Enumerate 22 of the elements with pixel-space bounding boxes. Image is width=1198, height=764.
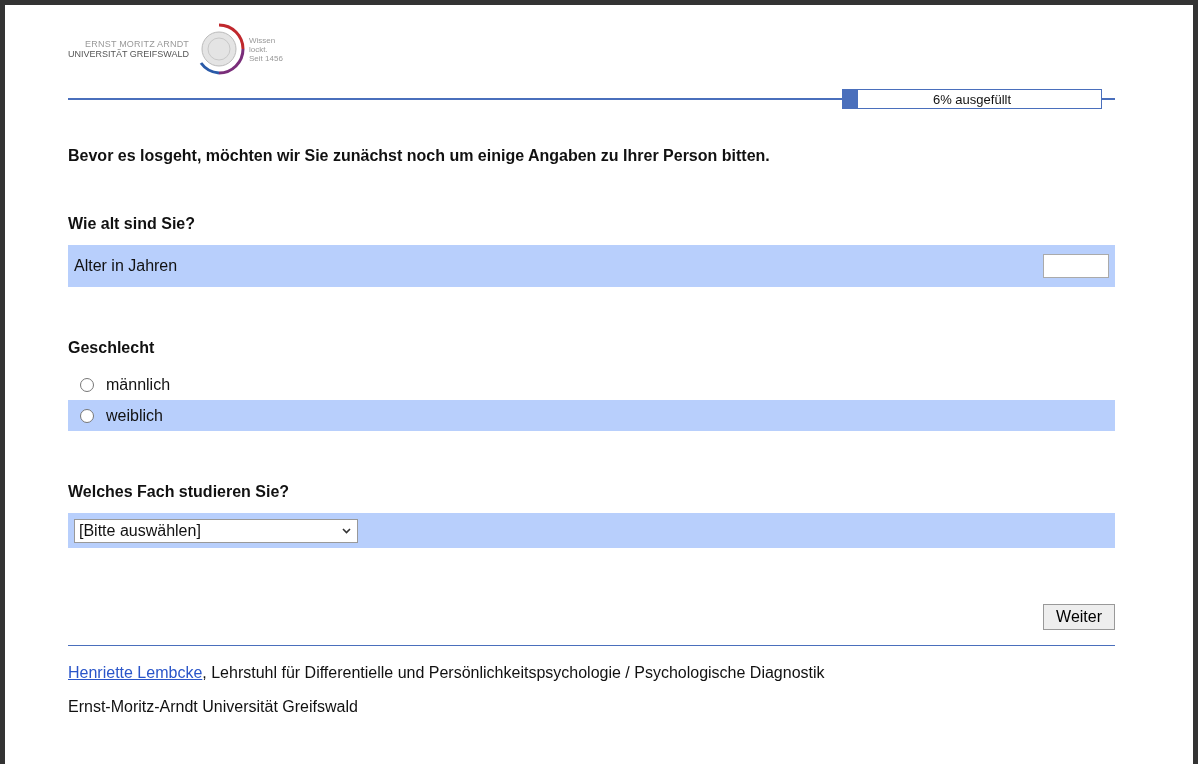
- intro-text: Bevor es losgeht, möchten wir Sie zunächst noch um einige Angaben zu Ihrer Person bitten.: [68, 147, 771, 165]
- question-title: Welches Fach studieren Sie?: [68, 483, 291, 501]
- chevron-icon: [342, 527, 351, 534]
- motto-text: Wissen: [249, 35, 277, 45]
- question-title: Wie alt sind Sie?: [68, 215, 196, 233]
- motto-text: Seit 1456: [249, 53, 283, 63]
- field-label: Alter in Jahren: [74, 257, 178, 275]
- dropdown[interactable]: [Bitte auswählen]: [74, 518, 358, 543]
- footer-text: Ernst-Moritz-Arndt Universität Greifswald: [68, 698, 359, 716]
- radio-button[interactable]: [80, 408, 94, 423]
- motto-text: lockt.: [249, 44, 269, 54]
- progress-bar: 6% ausgefüllt: [842, 89, 1102, 109]
- option-label[interactable]: männlich: [106, 375, 171, 394]
- logo-text: UNIVERSITÄT GREIFSWALD: [68, 49, 190, 59]
- option-label[interactable]: weiblich: [106, 406, 163, 425]
- question-title: Geschlecht: [68, 339, 156, 357]
- footer-text: Henriette Lembcke, Lehrstuhl für Differentielle und Persönlichkeitspsychologie / Psychologische Diagnostik: [68, 664, 826, 682]
- logo-text: ERNST MORITZ ARNDT: [85, 39, 190, 49]
- radio-button[interactable]: [80, 377, 94, 392]
- next-button[interactable]: Weiter: [1043, 604, 1115, 630]
- input-field[interactable]: [1043, 254, 1109, 278]
- author-link[interactable]: Henriette Lembcke: [68, 664, 203, 681]
